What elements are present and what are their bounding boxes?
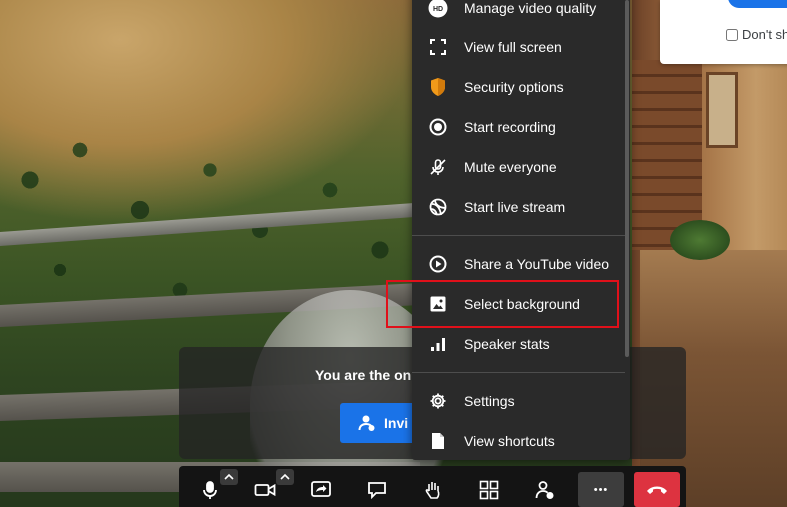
tile-view-button[interactable] — [466, 472, 512, 507]
screen-share-icon — [311, 480, 331, 497]
chat-button[interactable] — [354, 472, 400, 507]
menu-item-start-live-stream[interactable]: Start live stream — [412, 187, 630, 227]
live-stream-icon — [428, 197, 448, 217]
cabin-window — [706, 72, 738, 148]
menu-item-security-options[interactable]: Security options — [412, 67, 630, 107]
dont-show-again-checkbox[interactable]: Don't sh — [726, 27, 787, 42]
menu-item-label: Start recording — [464, 119, 556, 135]
menu-item-label: Speaker stats — [464, 336, 550, 352]
bar-chart-icon — [428, 334, 448, 354]
menu-item-speaker-stats[interactable]: Speaker stats — [412, 324, 630, 364]
screen-share-button[interactable] — [298, 472, 344, 507]
play-icon — [428, 254, 448, 274]
menu-item-label: View shortcuts — [464, 433, 555, 449]
menu-item-view-shortcuts[interactable]: View shortcuts — [412, 421, 630, 461]
banner-message: You are the on — [315, 367, 412, 383]
hand-icon — [425, 481, 440, 499]
more-actions-button[interactable]: ••• — [578, 472, 624, 507]
camera-icon — [254, 483, 276, 496]
add-user-icon — [535, 480, 554, 499]
record-icon — [428, 117, 448, 137]
menu-item-label: Security options — [464, 79, 564, 95]
phone-hangup-icon — [647, 486, 667, 494]
menu-item-label: Mute everyone — [464, 159, 557, 175]
document-icon — [428, 431, 448, 451]
microphone-button[interactable] — [187, 472, 233, 507]
menu-item-manage-video-quality[interactable]: HD Manage video quality — [412, 0, 630, 28]
more-icon: ••• — [593, 483, 609, 496]
menu-item-view-full-screen[interactable]: View full screen — [412, 27, 630, 67]
menu-item-start-recording[interactable]: Start recording — [412, 107, 630, 147]
menu-item-mute-everyone[interactable]: Mute everyone — [412, 147, 630, 187]
hd-icon: HD — [428, 0, 448, 18]
card-primary-button[interactable] — [728, 0, 787, 8]
svg-text:HD: HD — [433, 6, 443, 13]
prejoin-card: Don't sh — [660, 0, 787, 64]
fullscreen-icon — [428, 37, 448, 57]
potted-plant — [670, 220, 730, 260]
shield-icon — [428, 77, 448, 97]
menu-divider — [412, 372, 625, 373]
grid-icon — [479, 480, 499, 499]
mic-off-icon — [428, 157, 448, 177]
checkbox[interactable] — [726, 28, 738, 41]
hangup-button[interactable] — [634, 472, 680, 507]
menu-item-label: Share a YouTube video — [464, 256, 610, 272]
gear-icon — [428, 391, 448, 411]
invite-button-label: Invi — [384, 415, 409, 431]
menu-item-label: Settings — [464, 393, 515, 409]
menu-item-settings[interactable]: Settings — [412, 381, 630, 421]
menu-divider — [412, 235, 625, 236]
participants-button[interactable] — [522, 472, 568, 507]
camera-button[interactable] — [242, 472, 288, 507]
raise-hand-button[interactable] — [410, 472, 456, 507]
menu-item-label: Manage video quality — [464, 0, 597, 16]
highlight-box-select-background — [386, 280, 619, 328]
add-user-icon — [358, 415, 375, 431]
menu-item-share-youtube-video[interactable]: Share a YouTube video — [412, 244, 630, 284]
microphone-icon — [203, 480, 217, 499]
menu-item-label: View full screen — [464, 39, 562, 55]
checkbox-label: Don't sh — [742, 27, 787, 42]
menu-item-label: Start live stream — [464, 199, 566, 215]
chat-icon — [368, 481, 386, 499]
